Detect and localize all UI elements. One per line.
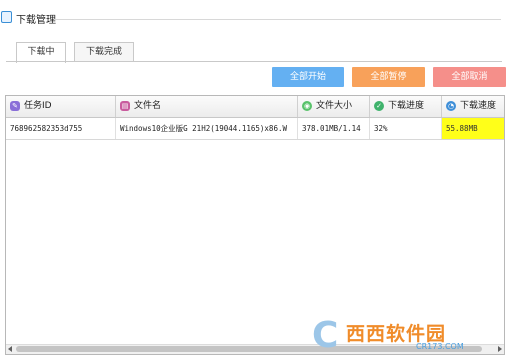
- window-title-bar: 下载管理: [0, 8, 507, 28]
- pause-all-button[interactable]: 全部暂停: [352, 67, 425, 87]
- start-all-button[interactable]: 全部开始: [272, 67, 344, 87]
- tab-downloading[interactable]: 下载中: [16, 42, 66, 63]
- column-task-id[interactable]: ✎ 任务ID: [6, 96, 116, 117]
- progress-icon: ✓: [374, 101, 384, 111]
- cell-progress: 32%: [370, 118, 442, 139]
- window-title: 下载管理: [16, 15, 56, 26]
- tab-divider: [6, 61, 502, 62]
- download-manager-icon: [1, 11, 12, 23]
- table-header: ✎ 任务ID ▤ 文件名 ◉ 文件大小 ✓ 下载进度 ◔ 下载速度: [6, 96, 504, 118]
- column-speed[interactable]: ◔ 下载速度: [442, 96, 504, 117]
- file-icon: ▤: [120, 101, 130, 111]
- title-divider: [54, 19, 501, 20]
- cell-task-id: 768962582353d755: [6, 118, 116, 139]
- watermark: C 西西软件园 CR173.COM: [312, 316, 492, 356]
- column-progress[interactable]: ✓ 下载进度: [370, 96, 442, 117]
- speed-icon: ◔: [446, 101, 456, 111]
- watermark-url: CR173.COM: [416, 342, 464, 351]
- table-row[interactable]: 768962582353d755 Windows10企业版G 21H2(1904…: [6, 118, 504, 140]
- column-file-size[interactable]: ◉ 文件大小: [298, 96, 370, 117]
- cancel-all-button[interactable]: 全部取消: [433, 67, 506, 87]
- cell-file-name: Windows10企业版G 21H2(19044.1165)x86.W: [116, 118, 298, 139]
- task-id-icon: ✎: [10, 101, 20, 111]
- tab-completed[interactable]: 下载完成: [74, 42, 134, 62]
- scroll-left-icon[interactable]: [8, 346, 12, 352]
- size-icon: ◉: [302, 101, 312, 111]
- column-file-name[interactable]: ▤ 文件名: [116, 96, 298, 117]
- watermark-logo-icon: C: [312, 315, 339, 356]
- scroll-right-icon[interactable]: [498, 346, 502, 352]
- cell-speed: 55.88MB: [442, 118, 504, 139]
- cell-file-size: 378.01MB/1.14: [298, 118, 370, 139]
